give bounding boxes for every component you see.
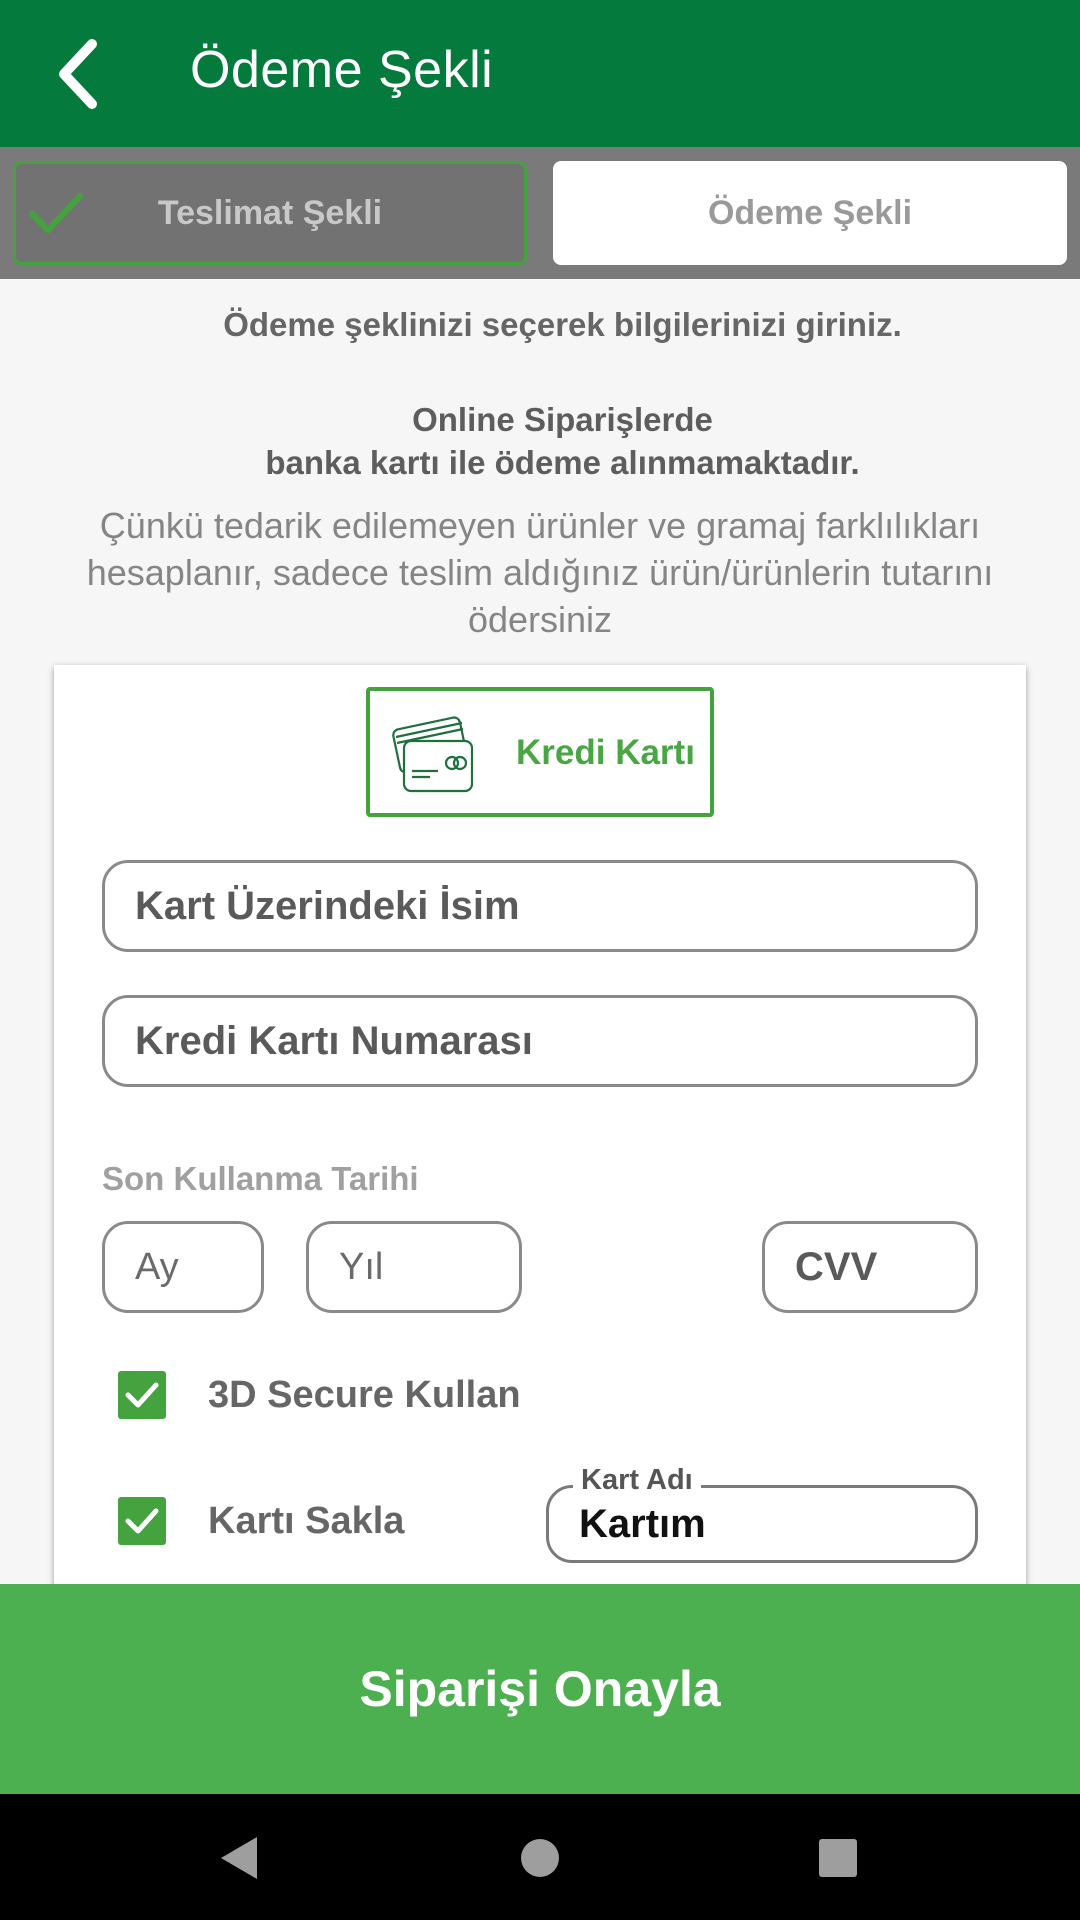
checkout-steps: Teslimat Şekli Ödeme Şekli [0,147,1080,279]
expiry-year-input[interactable] [339,1245,519,1289]
secure-3d-label: 3D Secure Kullan [208,1373,521,1416]
step-delivery-label: Teslimat Şekli [157,193,383,232]
step-payment-label: Ödeme Şekli [707,193,913,232]
expiry-date-label: Son Kullanma Tarihi [102,1160,419,1197]
checkmark-icon [125,1508,159,1534]
nav-back-button[interactable] [200,1818,280,1898]
notice-line-2: banka kartı ile ödeme alınmamaktadır. [265,444,860,481]
square-recents-icon [819,1839,857,1877]
save-card-label: Kartı Sakla [208,1499,405,1542]
step-delivery-method[interactable]: Teslimat Şekli [13,161,527,265]
card-nickname-value[interactable]: Kartım [579,1502,706,1547]
explanation-text: Çünkü tedarik edilemeyen ürünler ve gram… [86,505,994,640]
card-nickname-legend: Kart Adı [573,1464,701,1497]
expiry-month-field[interactable] [102,1221,264,1313]
notice-line-1: Online Siparişlerde [412,401,713,438]
credit-card-method-label: Kredi Kartı [516,733,695,772]
card-number-field[interactable] [102,995,978,1087]
step-payment-method[interactable]: Ödeme Şekli [553,161,1067,265]
card-holder-input[interactable] [135,883,975,929]
checkmark-icon [29,193,83,233]
expiry-month-input[interactable] [135,1245,261,1289]
credit-card-icon [392,716,474,793]
confirm-order-label: Siparişi Onayla [359,1661,721,1717]
secure-3d-checkbox[interactable] [118,1371,166,1419]
triangle-back-icon [221,1837,257,1879]
debit-card-notice: Online Siparişlerde banka kartı ile ödem… [0,398,1080,484]
page-title: Ödeme Şekli [190,41,494,99]
credit-card-method-button[interactable]: Kredi Kartı [366,687,714,817]
chevron-left-icon [59,39,97,109]
checkmark-icon [125,1382,159,1408]
cvv-field[interactable] [762,1221,978,1313]
nav-recents-button[interactable] [798,1818,878,1898]
app-screen: Ödeme Şekli Teslimat Şekli Ödeme Şekli Ö… [0,0,1080,1920]
instruction-text: Ödeme şeklinizi seçerek bilgilerinizi gi… [223,306,902,343]
secure-3d-row[interactable]: 3D Secure Kullan [118,1371,521,1419]
back-button[interactable] [40,34,120,114]
card-holder-field[interactable] [102,860,978,952]
circle-home-icon [521,1839,559,1877]
cvv-input[interactable] [795,1244,975,1290]
nav-home-button[interactable] [500,1818,580,1898]
confirm-order-button[interactable]: Siparişi Onayla [0,1584,1080,1794]
payment-card-panel: Kredi Kartı Son Kullanma Tarihi 3D Secur… [54,665,1026,1705]
card-number-input[interactable] [135,1018,975,1064]
card-nickname-field[interactable]: Kart Adı Kartım [546,1464,978,1563]
app-header: Ödeme Şekli [0,0,1080,147]
save-card-checkbox[interactable] [118,1497,166,1545]
expiry-year-field[interactable] [306,1221,522,1313]
save-card-row[interactable]: Kartı Sakla [118,1497,404,1545]
system-nav-bar [0,1794,1080,1920]
